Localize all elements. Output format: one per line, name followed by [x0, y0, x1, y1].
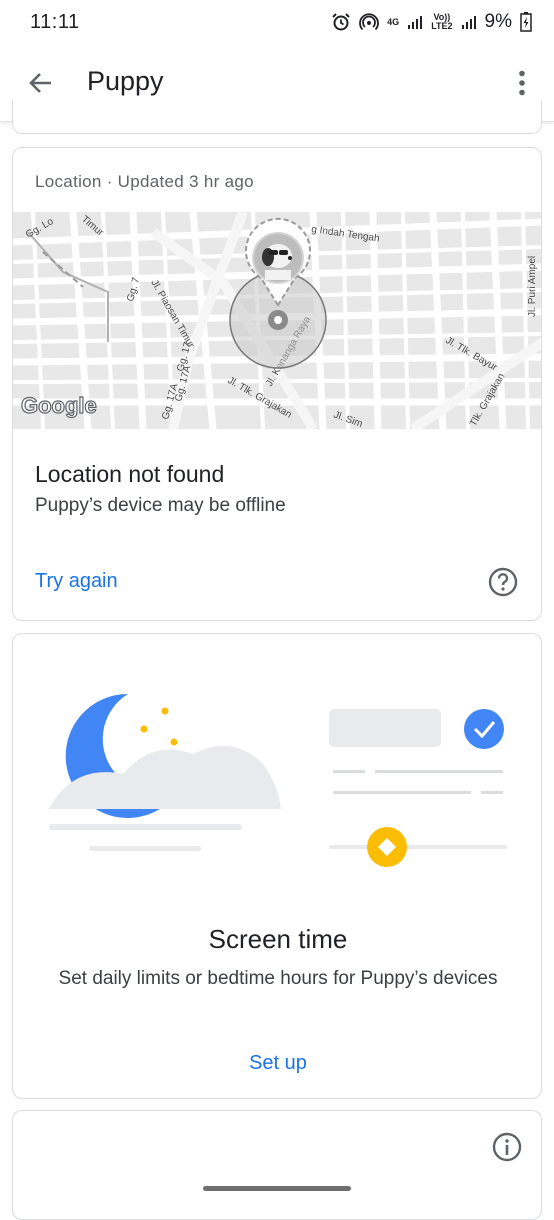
location-status-subtitle: Puppy’s device may be offline [35, 495, 286, 516]
bedtime-illustration [49, 693, 507, 867]
previous-card [12, 100, 542, 134]
location-header: Location · Updated 3 hr ago [35, 172, 254, 191]
set-up-button[interactable]: Set up [13, 1052, 541, 1075]
more-vert-icon [519, 70, 525, 96]
status-icons: 4G Vo)) LTE2 9% [331, 11, 532, 33]
battery-percent: 9% [484, 11, 512, 32]
volte-label: Vo)) LTE2 [431, 13, 452, 31]
next-card [12, 1110, 542, 1220]
lte2-text: LTE2 [431, 21, 453, 31]
arrow-back-icon [29, 73, 51, 93]
info-icon[interactable] [491, 1131, 523, 1163]
more-options-button[interactable] [508, 66, 536, 100]
back-button[interactable] [24, 66, 58, 100]
signal-2-icon [461, 16, 476, 29]
location-map[interactable]: g Indah Tengah Jl. Piaosan Timur Jl. Ken… [13, 212, 541, 429]
screen-time-title: Screen time [208, 924, 348, 954]
alarm-icon [332, 13, 350, 31]
status-time: 11:11 [30, 10, 80, 33]
try-again-button[interactable]: Try again [35, 570, 118, 593]
battery-charging-icon [520, 12, 532, 32]
network-type-label: 4G [387, 16, 400, 27]
map-graphic: g Indah Tengah Jl. Piaosan Timur Jl. Ken… [13, 212, 541, 429]
status-bar: 11:11 4G Vo)) LTE2 9% [0, 0, 554, 44]
page-title: Puppy [87, 66, 164, 96]
help-icon[interactable] [487, 566, 519, 598]
signal-icon [408, 16, 423, 29]
location-card: Location · Updated 3 hr ago g Indah Teng… [12, 147, 542, 621]
location-status-title: Location not found [35, 461, 225, 487]
screen-time-card: Screen time Set daily limits or bedtime … [12, 633, 542, 1099]
screen-time-description: Set daily limits or bedtime hours for Pu… [58, 968, 498, 989]
map-google-logo: Google [21, 393, 97, 418]
gesture-nav-handle[interactable] [203, 1186, 351, 1191]
hotspot-icon [359, 13, 380, 31]
map-label-puri-ampel: Jl. Puri Ampel [527, 256, 538, 317]
